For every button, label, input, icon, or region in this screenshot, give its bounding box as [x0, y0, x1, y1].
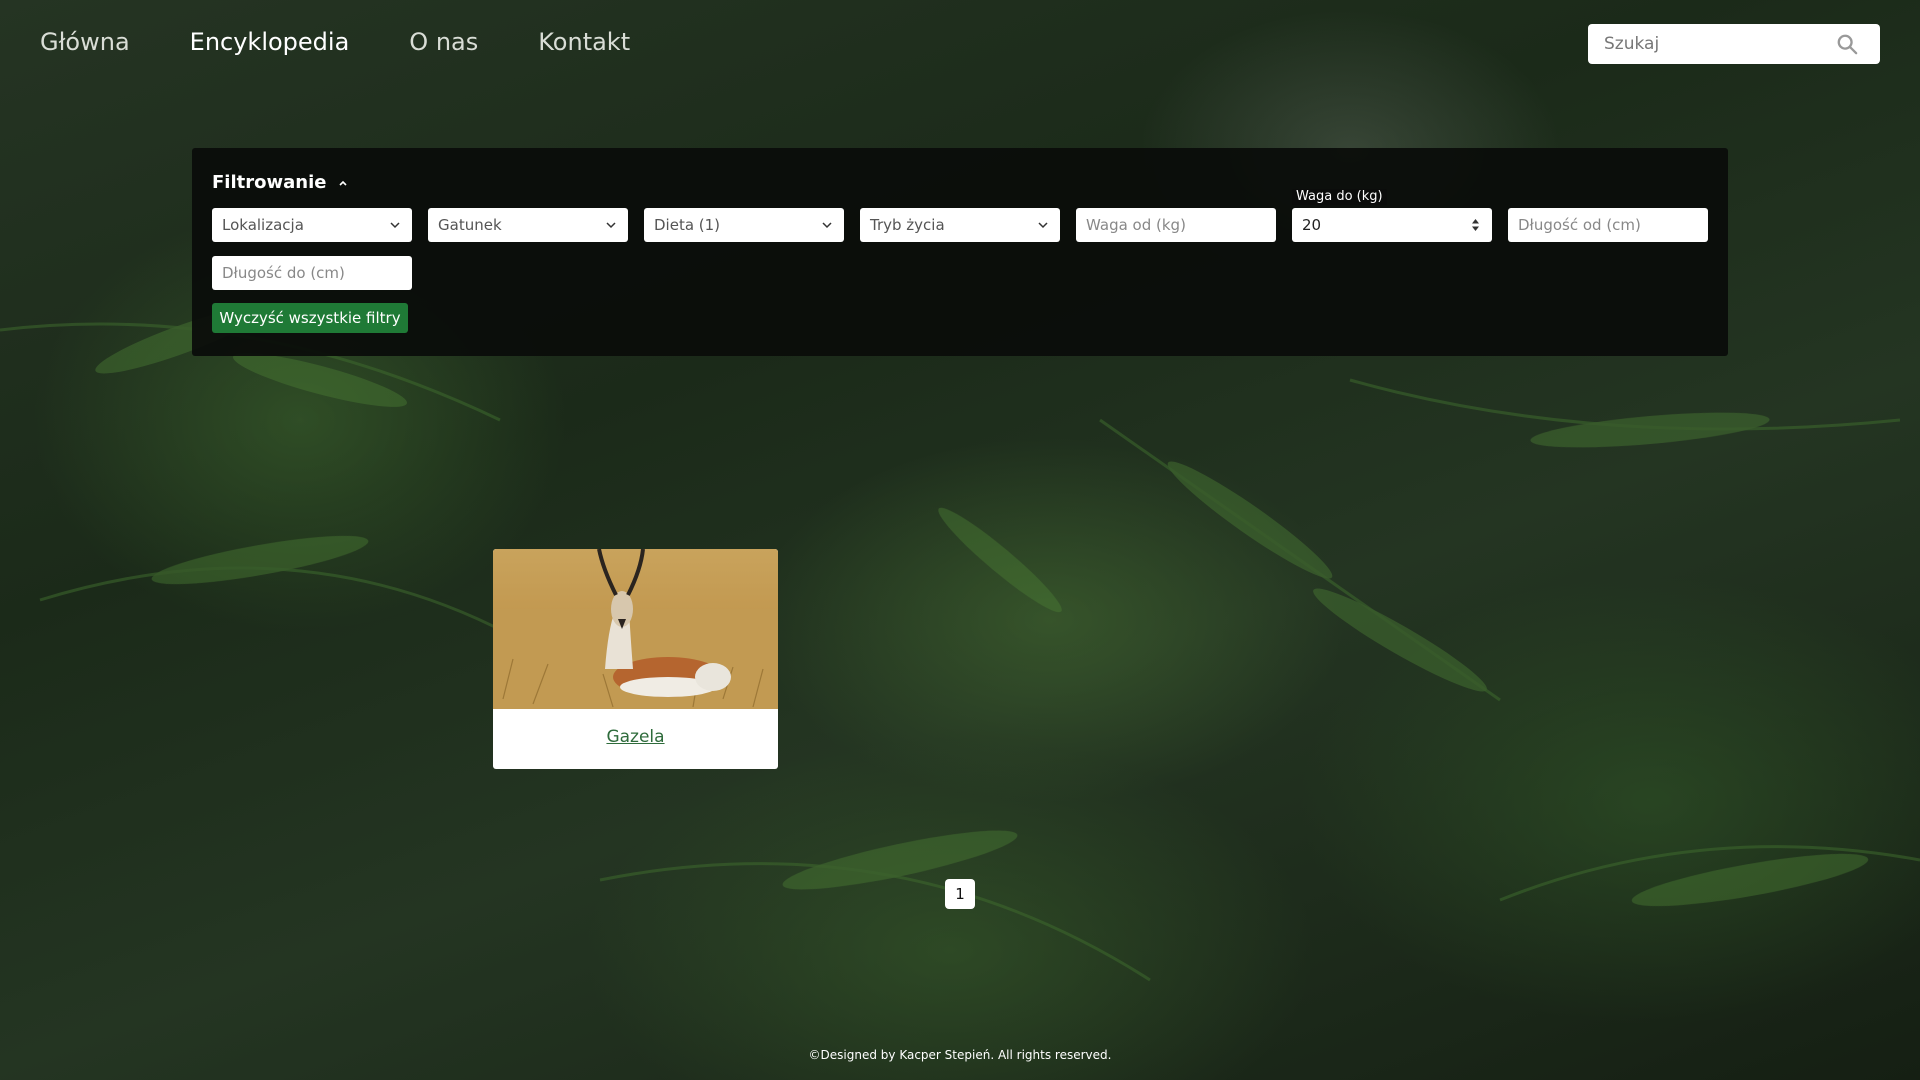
chevron-down-icon	[606, 222, 616, 229]
weight-to-field	[1292, 208, 1492, 242]
animal-card-link[interactable]: Gazela	[493, 727, 778, 747]
nav-item-o-nas[interactable]: O nas	[409, 28, 478, 56]
gazelle-image	[493, 549, 778, 709]
chevron-up-icon	[339, 180, 348, 186]
species-select[interactable]: Gatunek	[428, 208, 628, 242]
weight-to-input[interactable]	[1302, 216, 1462, 234]
diet-select-label: Dieta (1)	[654, 216, 721, 234]
filter-title: Filtrowanie	[212, 172, 327, 193]
number-stepper-icon[interactable]	[1471, 216, 1480, 234]
nav-item-glowna[interactable]: Główna	[40, 28, 130, 56]
footer-text: ©Designed by Kacper Stepień. All rights …	[808, 1048, 1112, 1062]
search-input[interactable]	[1588, 33, 1836, 55]
location-select-label: Lokalizacja	[222, 216, 304, 234]
length-to-field	[212, 256, 412, 290]
nav-item-kontakt[interactable]: Kontakt	[538, 28, 630, 56]
length-from-field	[1508, 208, 1708, 242]
animal-card[interactable]: Gazela	[493, 549, 778, 769]
filter-toggle[interactable]: Filtrowanie	[212, 172, 348, 193]
chevron-down-icon	[1038, 222, 1048, 229]
main-nav: Główna Encyklopedia O nas Kontakt	[40, 28, 690, 56]
weight-to-floating-label: Waga do (kg)	[1292, 189, 1387, 205]
species-select-label: Gatunek	[438, 216, 502, 234]
search-icon[interactable]	[1836, 33, 1858, 55]
location-select[interactable]: Lokalizacja	[212, 208, 412, 242]
chevron-down-icon	[390, 222, 400, 229]
weight-from-input[interactable]	[1086, 216, 1246, 234]
clear-filters-button[interactable]: Wyczyść wszystkie filtry	[212, 303, 408, 333]
chevron-down-icon	[822, 222, 832, 229]
length-to-input[interactable]	[222, 264, 382, 282]
weight-from-field	[1076, 208, 1276, 242]
diet-select[interactable]: Dieta (1)	[644, 208, 844, 242]
length-from-input[interactable]	[1518, 216, 1678, 234]
pagination-page-1[interactable]: 1	[945, 879, 975, 909]
lifestyle-select-label: Tryb życia	[870, 216, 945, 234]
nav-item-encyklopedia[interactable]: Encyklopedia	[190, 28, 350, 56]
lifestyle-select[interactable]: Tryb życia	[860, 208, 1060, 242]
filter-panel: Filtrowanie Lokalizacja Gatunek Dieta (1…	[192, 148, 1728, 356]
search-box	[1588, 24, 1880, 64]
